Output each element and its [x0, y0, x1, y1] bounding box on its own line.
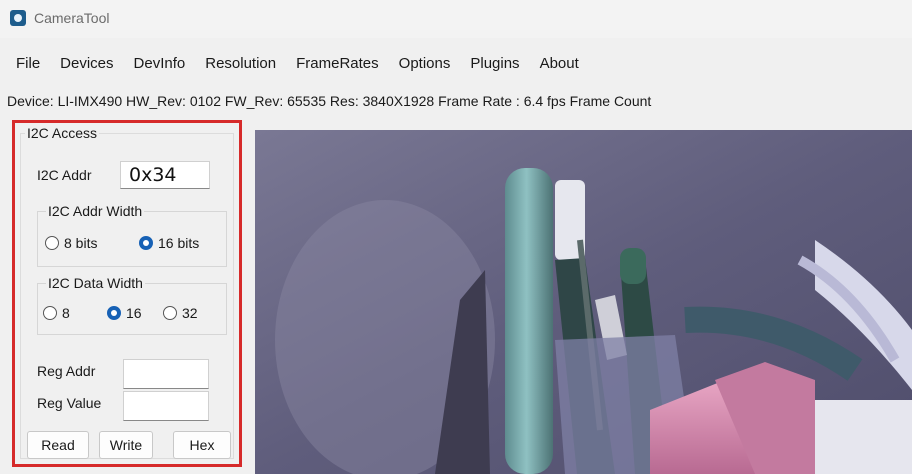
window-title: CameraTool: [34, 10, 110, 26]
camera-preview-image: [255, 130, 912, 474]
title-bar: CameraTool: [0, 0, 912, 38]
data-width-16-radio[interactable]: [107, 306, 121, 320]
addr-width-16bits-radio[interactable]: [139, 236, 153, 250]
addr-width-8bits-radio[interactable]: [45, 236, 59, 250]
menu-options[interactable]: Options: [399, 55, 460, 72]
camera-app-icon: [10, 10, 26, 26]
menu-devices[interactable]: Devices: [60, 55, 122, 72]
data-width-8-radio[interactable]: [43, 306, 57, 320]
menu-plugins[interactable]: Plugins: [470, 55, 528, 72]
data-width-32-radio[interactable]: [163, 306, 177, 320]
i2c-addr-input[interactable]: [120, 161, 210, 189]
data-width-32-label: 32: [182, 305, 198, 321]
i2c-addr-label: I2C Addr: [37, 167, 92, 183]
menu-devinfo[interactable]: DevInfo: [134, 55, 195, 72]
i2c-access-panel: I2C Access I2C Addr I2C Addr Width 8 bit…: [12, 120, 242, 467]
i2c-addr-width-title: I2C Addr Width: [46, 203, 145, 219]
addr-width-16bits-label: 16 bits: [158, 235, 200, 251]
read-button[interactable]: Read: [27, 431, 89, 459]
data-width-8-label: 8: [62, 305, 70, 321]
reg-value-input[interactable]: [123, 391, 209, 421]
reg-addr-input[interactable]: [123, 359, 209, 389]
menu-file[interactable]: File: [16, 55, 49, 72]
menu-bar: File Devices DevInfo Resolution FrameRat…: [0, 50, 912, 76]
data-width-16-option[interactable]: 16: [107, 305, 142, 321]
addr-width-8bits-option[interactable]: 8 bits: [45, 235, 97, 251]
menu-resolution[interactable]: Resolution: [205, 55, 285, 72]
data-width-32-option[interactable]: 32: [163, 305, 198, 321]
addr-width-8bits-label: 8 bits: [64, 235, 98, 251]
addr-width-16bits-option[interactable]: 16 bits: [139, 235, 199, 251]
menu-about[interactable]: About: [540, 55, 588, 72]
data-width-16-label: 16: [126, 305, 142, 321]
i2c-data-width-title: I2C Data Width: [46, 275, 145, 291]
hex-button[interactable]: Hex: [173, 431, 231, 459]
reg-value-label: Reg Value: [37, 395, 102, 411]
menu-framerates[interactable]: FrameRates: [296, 55, 388, 72]
reg-addr-label: Reg Addr: [37, 363, 96, 379]
data-width-8-option[interactable]: 8: [43, 305, 70, 321]
camera-preview: [255, 130, 912, 474]
device-status-line: Device: LI-IMX490 HW_Rev: 0102 FW_Rev: 6…: [7, 93, 652, 109]
i2c-access-title: I2C Access: [25, 125, 100, 141]
write-button[interactable]: Write: [99, 431, 153, 459]
